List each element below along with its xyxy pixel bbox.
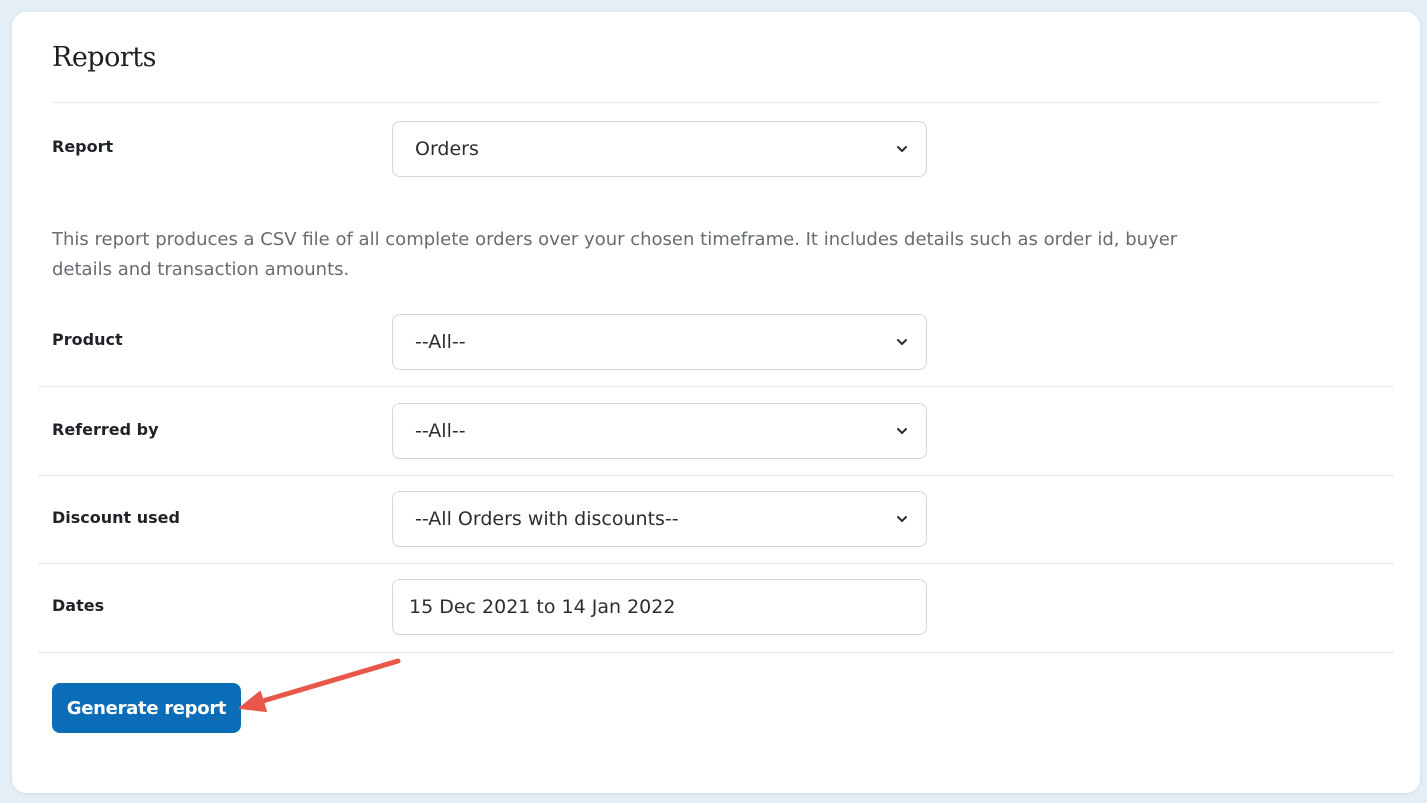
- dates-label: Dates: [52, 596, 105, 615]
- product-label: Product: [52, 330, 123, 349]
- reports-card: Reports Report Orders This report produc…: [12, 12, 1420, 793]
- report-select[interactable]: Orders: [392, 121, 927, 177]
- referred-by-select-value: --All--: [415, 420, 466, 442]
- discount-used-label: Discount used: [52, 508, 180, 527]
- chevron-down-icon: [882, 404, 922, 458]
- discount-used-select[interactable]: --All Orders with discounts--: [392, 491, 927, 547]
- divider: [38, 386, 1394, 387]
- generate-report-button[interactable]: Generate report: [52, 683, 241, 733]
- product-select-value: --All--: [415, 331, 466, 353]
- divider: [38, 652, 1394, 653]
- dates-input[interactable]: 15 Dec 2021 to 14 Jan 2022: [392, 579, 927, 635]
- referred-by-select[interactable]: --All--: [392, 403, 927, 459]
- divider: [38, 475, 1394, 476]
- product-select[interactable]: --All--: [392, 314, 927, 370]
- chevron-down-icon: [882, 315, 922, 369]
- discount-used-select-value: --All Orders with discounts--: [415, 508, 679, 530]
- report-label: Report: [52, 137, 114, 156]
- report-description: This report produces a CSV file of all c…: [52, 229, 1178, 280]
- page-title: Reports: [52, 42, 156, 73]
- chevron-down-icon: [882, 492, 922, 546]
- chevron-down-icon: [882, 122, 922, 176]
- dates-input-value: 15 Dec 2021 to 14 Jan 2022: [409, 596, 676, 618]
- referred-by-label: Referred by: [52, 420, 159, 439]
- divider: [52, 102, 1380, 103]
- annotation-arrow-icon: [239, 658, 401, 712]
- report-select-value: Orders: [415, 138, 479, 160]
- divider: [38, 563, 1394, 564]
